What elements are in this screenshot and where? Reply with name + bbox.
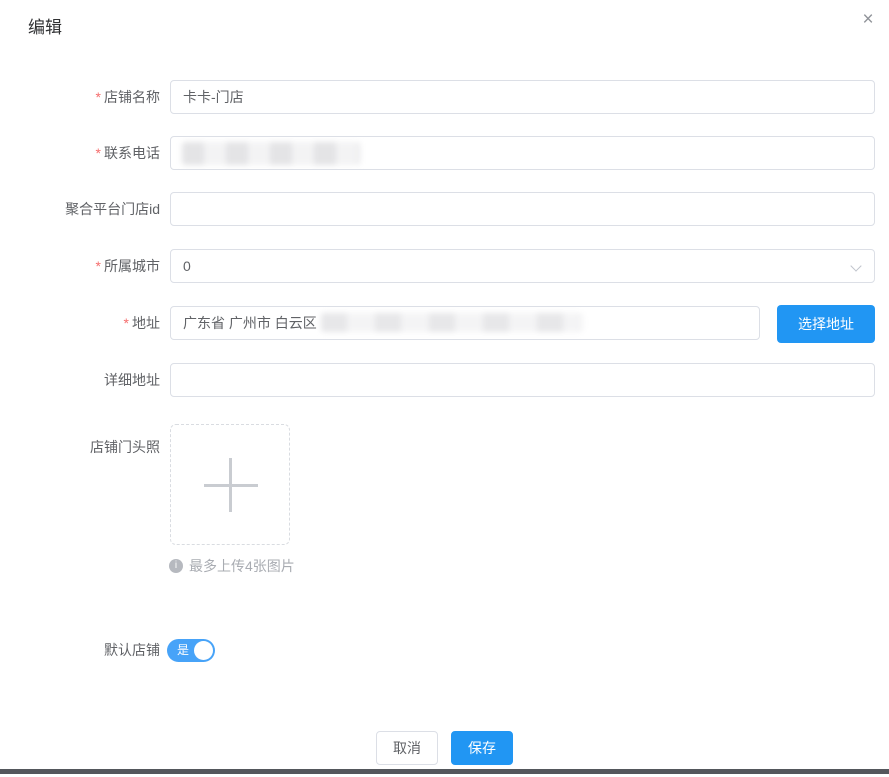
platform-id-input[interactable] [170, 192, 875, 226]
close-icon[interactable]: × [856, 8, 880, 32]
field-row-address: *地址 广东省 广州市 白云区 [0, 306, 889, 340]
shop-name-input[interactable] [170, 80, 875, 114]
field-row-platform-id: 聚合平台门店id [0, 192, 889, 226]
required-mark: * [96, 89, 101, 105]
address-label: *地址 [0, 306, 160, 340]
dialog-title: 编辑 [28, 13, 62, 38]
field-row-phone: *联系电话 [0, 136, 889, 170]
required-mark: * [96, 145, 101, 161]
field-row-shop-name: *店铺名称 [0, 80, 889, 114]
chevron-down-icon [850, 260, 861, 271]
field-row-city: *所属城市 0 [0, 249, 889, 283]
address-input[interactable]: 广东省 广州市 白云区 [170, 306, 760, 340]
photo-hint-text: 最多上传4张图片 [189, 556, 295, 576]
window-bottom-edge [0, 769, 889, 774]
info-icon: i [169, 559, 183, 573]
city-select-value: 0 [183, 258, 191, 274]
edit-store-dialog: 编辑 × *店铺名称 *联系电话 聚合平台门店id *所属城市 0 *地址 [0, 0, 889, 777]
field-row-photo: 店铺门头照 [0, 437, 889, 457]
required-mark: * [96, 258, 101, 274]
select-address-button[interactable]: 选择地址 [777, 305, 875, 343]
address-value: 广东省 广州市 白云区 [183, 315, 317, 331]
city-label: *所属城市 [0, 249, 160, 283]
field-row-default-shop: 默认店铺 [0, 639, 889, 662]
photo-upload-hint: i 最多上传4张图片 [169, 556, 295, 576]
platform-id-label: 聚合平台门店id [0, 192, 160, 226]
detail-address-input[interactable] [170, 363, 875, 397]
shop-name-label: *店铺名称 [0, 80, 160, 114]
photo-label: 店铺门头照 [0, 437, 160, 457]
cancel-button[interactable]: 取消 [376, 731, 438, 765]
field-row-detail-address: 详细地址 [0, 363, 889, 397]
phone-redacted-blur [182, 142, 360, 165]
detail-address-label: 详细地址 [0, 363, 160, 397]
phone-input[interactable] [170, 136, 875, 170]
address-redacted-blur [321, 313, 583, 332]
toggle-knob [194, 641, 213, 660]
phone-label: *联系电话 [0, 136, 160, 170]
plus-icon [229, 458, 232, 512]
toggle-on-text: 是 [177, 639, 189, 662]
default-shop-label: 默认店铺 [0, 639, 160, 662]
photo-upload-button[interactable] [170, 424, 290, 545]
required-mark: * [124, 315, 129, 331]
save-button[interactable]: 保存 [451, 731, 513, 765]
default-shop-toggle[interactable]: 是 [167, 639, 215, 662]
dialog-footer: 取消 保存 [0, 731, 889, 765]
city-select[interactable]: 0 [170, 249, 875, 283]
